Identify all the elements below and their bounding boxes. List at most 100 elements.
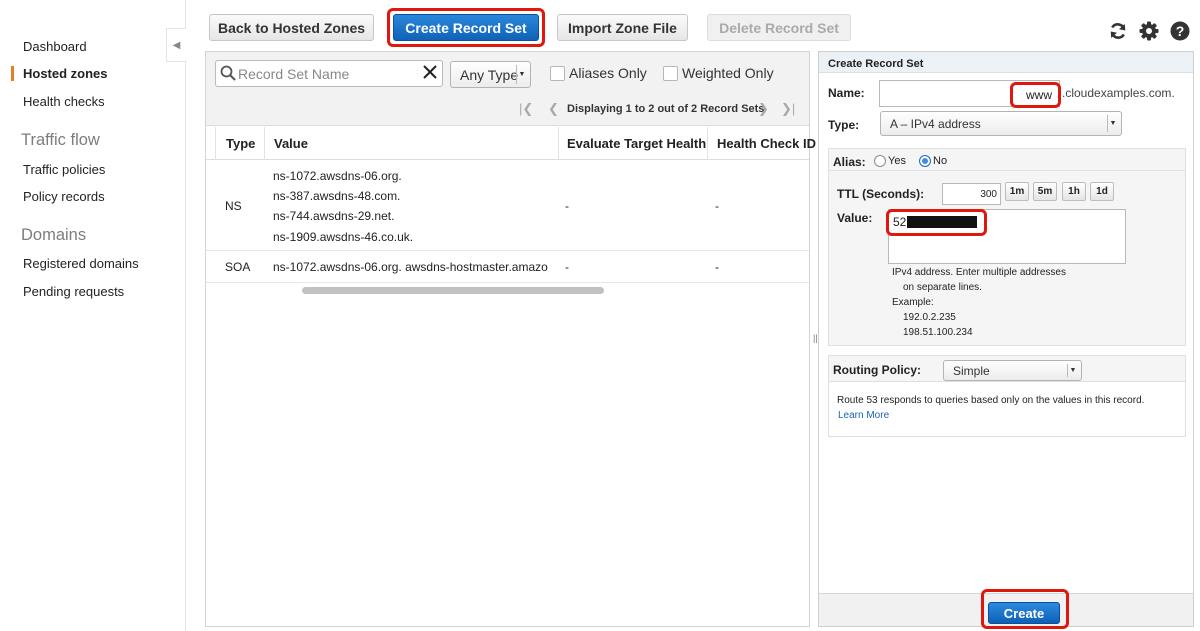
type-filter-select[interactable]: Any Type ▼ bbox=[450, 61, 531, 88]
column-header-health-check-id[interactable]: Health Check ID bbox=[717, 136, 816, 151]
import-zone-file-button[interactable]: Import Zone File bbox=[557, 14, 688, 41]
value-label: Value: bbox=[837, 211, 873, 225]
record-type-select[interactable]: A – IPv4 address ▼ bbox=[880, 111, 1122, 136]
value-hint-line: on separate lines. bbox=[903, 282, 982, 293]
column-header-value[interactable]: Value bbox=[274, 136, 308, 151]
row-evaluate-target-health: - bbox=[565, 199, 569, 213]
alias-yes-label: Yes bbox=[888, 155, 906, 167]
chevron-down-icon: ▼ bbox=[1107, 115, 1118, 132]
value-hint-line: 192.0.2.235 bbox=[903, 312, 956, 323]
ttl-1d-button[interactable]: 1d bbox=[1090, 182, 1114, 201]
value-hint-line: 198.51.100.234 bbox=[903, 327, 973, 338]
active-indicator bbox=[11, 66, 14, 81]
sidebar-item-registered-domains[interactable]: Registered domains bbox=[23, 256, 139, 271]
chevron-left-icon: ◀ bbox=[172, 39, 181, 51]
search-box bbox=[215, 60, 443, 87]
weighted-only-label: Weighted Only bbox=[682, 65, 774, 81]
type-filter-value: Any Type bbox=[460, 66, 519, 83]
name-input[interactable]: www bbox=[879, 80, 1060, 107]
alias-yes-radio[interactable] bbox=[874, 155, 886, 167]
create-button[interactable]: Create bbox=[988, 602, 1060, 624]
section-domains: Domains bbox=[21, 226, 87, 244]
next-page-icon[interactable]: ❯ bbox=[758, 101, 769, 117]
row-health-check-id: - bbox=[715, 260, 719, 274]
row-health-check-id: - bbox=[715, 199, 719, 213]
ttl-input[interactable]: 300 bbox=[942, 183, 1001, 205]
sidebar-collapse-button[interactable]: ◀ bbox=[166, 28, 186, 62]
clear-search-icon[interactable] bbox=[422, 64, 438, 85]
row-value: ns-1909.awsdns-46.co.uk. bbox=[273, 230, 414, 244]
chevron-down-icon: ▼ bbox=[516, 65, 527, 84]
row-type: NS bbox=[225, 199, 242, 213]
search-icon bbox=[220, 65, 236, 86]
ttl-5m-button[interactable]: 5m bbox=[1033, 182, 1057, 201]
record-set-list-panel: Any Type ▼ Aliases Only Weighted Only |❮… bbox=[205, 51, 816, 627]
record-value-section: Alias: Yes No TTL (Seconds): 300 Value: … bbox=[828, 148, 1186, 346]
domain-suffix: .cloudexamples.com. bbox=[1062, 86, 1175, 100]
name-label: Name: bbox=[828, 86, 865, 100]
row-value: ns-1072.awsdns-06.org. awsdns-hostmaster… bbox=[273, 260, 548, 274]
svg-text:?: ? bbox=[1176, 23, 1185, 39]
alias-no-radio[interactable] bbox=[919, 155, 931, 167]
value-textarea[interactable]: 52 bbox=[888, 209, 1126, 264]
learn-more-link[interactable]: Learn More bbox=[838, 410, 889, 421]
ttl-label: TTL (Seconds): bbox=[837, 187, 925, 201]
last-page-icon[interactable]: ❯| bbox=[781, 101, 795, 117]
record-type-value: A – IPv4 address bbox=[890, 116, 981, 131]
sidebar-item-policy-records[interactable]: Policy records bbox=[23, 189, 105, 204]
chevron-down-icon: ▼ bbox=[1067, 364, 1078, 377]
create-record-set-panel: Create Record Set Name: www .cloudexampl… bbox=[818, 51, 1194, 627]
sidebar-item-hosted-zones[interactable]: Hosted zones bbox=[23, 66, 108, 81]
value-hint-line: Example: bbox=[892, 297, 934, 308]
row-divider bbox=[206, 282, 809, 283]
aliases-only-label: Aliases Only bbox=[569, 65, 647, 81]
ttl-1h-button[interactable]: 1h bbox=[1062, 182, 1086, 201]
sidebar-item-dashboard[interactable]: Dashboard bbox=[23, 39, 87, 54]
column-divider bbox=[264, 127, 265, 160]
row-evaluate-target-health: - bbox=[565, 260, 569, 274]
back-to-hosted-zones-button[interactable]: Back to Hosted Zones bbox=[209, 14, 374, 41]
row-type: SOA bbox=[225, 260, 251, 274]
sidebar-item-traffic-policies[interactable]: Traffic policies bbox=[23, 162, 105, 177]
create-record-set-button[interactable]: Create Record Set bbox=[393, 14, 539, 41]
first-page-icon[interactable]: |❮ bbox=[519, 101, 533, 117]
value-text: 52 bbox=[893, 215, 907, 229]
column-divider bbox=[215, 127, 216, 160]
type-label: Type: bbox=[828, 118, 860, 132]
ttl-value: 300 bbox=[980, 189, 997, 200]
help-icon[interactable]: ? bbox=[1169, 20, 1191, 42]
column-header-evaluate-target-health[interactable]: Evaluate Target Health bbox=[567, 136, 706, 151]
routing-policy-select[interactable]: Simple ▼ bbox=[943, 360, 1082, 381]
weighted-only-checkbox[interactable] bbox=[663, 66, 678, 81]
alias-no-label: No bbox=[933, 155, 948, 167]
delete-record-set-button: Delete Record Set bbox=[707, 14, 851, 41]
column-header-type[interactable]: Type bbox=[226, 136, 255, 151]
sidebar-item-health-checks[interactable]: Health checks bbox=[23, 94, 105, 109]
row-value: ns-387.awsdns-48.com. bbox=[273, 189, 401, 203]
pager-text: Displaying 1 to 2 out of 2 Record Sets bbox=[567, 103, 765, 115]
ttl-1m-button[interactable]: 1m bbox=[1005, 182, 1029, 201]
horizontal-scrollbar[interactable] bbox=[302, 287, 604, 294]
sidebar: Dashboard Hosted zones Health checks Tra… bbox=[0, 0, 186, 631]
record-set-name-input[interactable] bbox=[238, 65, 418, 83]
routing-policy-help: Route 53 responds to queries based only … bbox=[837, 395, 1145, 406]
value-hint-line: IPv4 address. Enter multiple addresses bbox=[892, 267, 1066, 278]
redacted-value bbox=[907, 216, 977, 228]
sidebar-item-pending-requests[interactable]: Pending requests bbox=[23, 284, 124, 299]
column-divider bbox=[707, 127, 708, 160]
filter-bar: Any Type ▼ Aliases Only Weighted Only |❮… bbox=[206, 52, 809, 126]
form-footer: Create bbox=[819, 593, 1193, 626]
name-input-value: www bbox=[1026, 88, 1052, 102]
row-value: ns-1072.awsdns-06.org. bbox=[273, 169, 402, 183]
routing-policy-value: Simple bbox=[953, 363, 990, 378]
refresh-icon[interactable] bbox=[1107, 20, 1129, 42]
aliases-only-checkbox[interactable] bbox=[550, 66, 565, 81]
row-divider bbox=[206, 250, 809, 251]
gear-icon[interactable] bbox=[1138, 20, 1160, 42]
panel-splitter-handle[interactable]: || bbox=[813, 333, 818, 343]
table-header: Type Value Evaluate Target Health Health… bbox=[206, 127, 816, 160]
routing-policy-label: Routing Policy: bbox=[833, 363, 921, 377]
column-divider bbox=[558, 127, 559, 160]
routing-policy-section: Routing Policy: Simple ▼ Route 53 respon… bbox=[828, 355, 1186, 437]
previous-page-icon[interactable]: ❮ bbox=[548, 101, 559, 117]
